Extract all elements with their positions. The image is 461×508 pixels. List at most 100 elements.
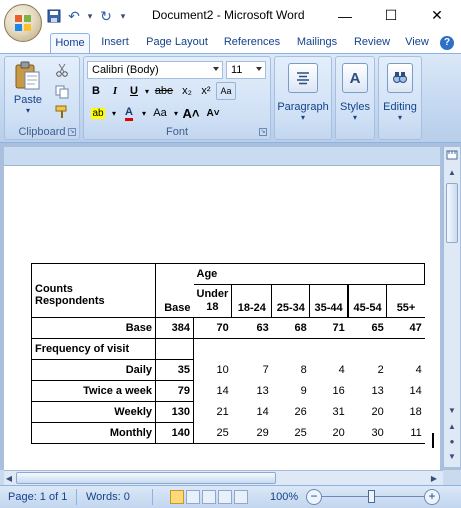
text-cursor	[432, 433, 434, 448]
web-layout-view-icon[interactable]	[202, 490, 216, 504]
respondents-label: Respondents	[35, 294, 105, 307]
highlight-dropdown-icon[interactable]: ▾	[111, 104, 117, 122]
customize-qat-icon[interactable]: ▾	[118, 8, 128, 24]
close-button[interactable]: ✕	[414, 0, 460, 31]
counts-label: Counts	[35, 282, 73, 295]
base-row-label: Base	[31, 317, 156, 339]
row-cell: 25	[192, 422, 232, 444]
font-name-value: Calibri (Body)	[92, 64, 159, 76]
previous-page-icon[interactable]: ▲	[445, 419, 459, 433]
ruler-toggle-icon[interactable]	[445, 148, 459, 162]
clear-formatting-button[interactable]: Aa	[216, 82, 236, 100]
font-name-select[interactable]: Calibri (Body)	[87, 61, 223, 79]
outline-view-icon[interactable]	[218, 490, 232, 504]
paragraph-button[interactable]: Paragraph ▾	[274, 56, 332, 140]
zoom-out-button[interactable]: −	[306, 489, 322, 505]
maximize-button[interactable]: ☐	[368, 0, 414, 31]
paragraph-dropdown-icon: ▾	[300, 113, 305, 122]
format-painter-icon[interactable]	[55, 105, 71, 119]
horizontal-scrollbar[interactable]: ◀ ▶	[4, 470, 443, 485]
font-color-button[interactable]: A	[119, 104, 139, 122]
age-35-44-header: 35-44	[309, 284, 349, 318]
row-cell: 11	[386, 422, 425, 444]
zoom-level[interactable]: 100%	[270, 491, 298, 503]
save-icon[interactable]	[46, 8, 62, 24]
scroll-left-icon[interactable]: ◀	[4, 471, 14, 485]
clipboard-launcher-icon[interactable]: ↘	[68, 128, 76, 136]
paste-button[interactable]: Paste ▾	[11, 61, 45, 119]
full-screen-reading-view-icon[interactable]	[186, 490, 200, 504]
cut-icon[interactable]	[55, 63, 71, 77]
tab-insert[interactable]: Insert	[96, 33, 134, 53]
editing-button[interactable]: Editing ▾	[378, 56, 422, 140]
counts-respondents-header: Counts Respondents	[31, 263, 156, 318]
change-case-button[interactable]: Aa	[149, 104, 171, 122]
tab-view[interactable]: View	[402, 33, 432, 53]
highlight-button[interactable]: ab	[87, 104, 109, 122]
undo-icon[interactable]: ↶	[66, 8, 82, 24]
subscript-button[interactable]: x₂	[178, 82, 196, 100]
row-base-value: 79	[155, 380, 194, 402]
base-row-value: 65	[347, 317, 387, 339]
page-count[interactable]: Page: 1 of 1	[8, 491, 67, 503]
help-icon[interactable]: ?	[440, 36, 454, 50]
select-browse-object-icon[interactable]: ●	[445, 434, 459, 448]
tab-page-layout[interactable]: Page Layout	[143, 33, 211, 53]
italic-button[interactable]: I	[106, 82, 124, 100]
row-cell: 20	[309, 422, 348, 444]
print-layout-view-icon[interactable]	[170, 490, 184, 504]
font-size-select[interactable]: 11	[226, 61, 266, 79]
window-title: Document2 - Microsoft Word	[152, 8, 305, 22]
underline-dropdown-icon[interactable]: ▾	[144, 82, 150, 100]
tab-references[interactable]: References	[221, 33, 283, 53]
base-row: Base 384 70 63 68 71 65 47	[31, 317, 425, 339]
row-cell: 4	[415, 364, 422, 376]
paragraph-label: Paragraph	[277, 101, 329, 113]
grow-font-button[interactable]: A˄	[181, 104, 201, 122]
draft-view-icon[interactable]	[234, 490, 248, 504]
vertical-scroll-thumb[interactable]	[446, 183, 458, 243]
copy-icon[interactable]	[55, 85, 71, 99]
age-55-plus-header: 55+	[386, 284, 425, 318]
paste-label: Paste	[13, 94, 43, 106]
row-cell: 2	[377, 364, 384, 376]
vertical-scrollbar[interactable]: ▲ ▼ ▲ ● ▼	[443, 147, 460, 467]
word-count[interactable]: Words: 0	[86, 491, 130, 503]
row-cell: 16	[332, 385, 345, 397]
zoom-in-button[interactable]: +	[424, 489, 440, 505]
office-button[interactable]	[4, 4, 42, 42]
row-cell: 26	[294, 406, 307, 418]
styles-button[interactable]: A Styles ▾	[335, 56, 375, 140]
horizontal-scroll-thumb[interactable]	[16, 472, 276, 484]
minimize-button[interactable]: —	[322, 0, 368, 31]
row-cell: 7	[262, 364, 269, 376]
row-cell: 29	[231, 422, 272, 444]
bold-button[interactable]: B	[87, 82, 105, 100]
data-table[interactable]: Counts Respondents Base Age Under 18 18-…	[31, 263, 426, 444]
font-name-dropdown-icon	[213, 67, 219, 71]
row-cell: 18	[409, 406, 422, 418]
under-18-line1: Under	[196, 288, 229, 300]
clipboard-group: Paste ▾ Clipboard ↘	[4, 56, 80, 140]
shrink-font-button[interactable]: A˅	[203, 104, 223, 122]
font-color-dropdown-icon[interactable]: ▾	[141, 104, 147, 122]
font-launcher-icon[interactable]: ↘	[259, 128, 267, 136]
zoom-slider-thumb[interactable]	[368, 490, 375, 503]
superscript-button[interactable]: x²	[197, 82, 215, 100]
row-cell: 14	[192, 380, 232, 402]
tab-review[interactable]: Review	[351, 33, 393, 53]
underline-button[interactable]: U	[125, 82, 143, 100]
tab-home[interactable]: Home	[50, 33, 90, 53]
scroll-down-icon[interactable]: ▼	[445, 403, 459, 417]
strikethrough-button[interactable]: abe	[151, 82, 177, 100]
tab-mailings[interactable]: Mailings	[292, 33, 342, 53]
under-18-line2: 18	[206, 301, 219, 313]
redo-icon[interactable]: ↻	[98, 8, 114, 24]
scroll-right-icon[interactable]: ▶	[429, 471, 439, 485]
highlight-icon: ab	[91, 107, 105, 119]
change-case-dropdown-icon[interactable]: ▾	[173, 104, 179, 122]
scroll-up-icon[interactable]: ▲	[445, 165, 459, 179]
quick-access-toolbar: ↶ ▾ ↻ ▾	[46, 7, 128, 25]
next-page-icon[interactable]: ▼	[445, 449, 459, 463]
undo-dropdown-icon[interactable]: ▾	[86, 8, 94, 24]
